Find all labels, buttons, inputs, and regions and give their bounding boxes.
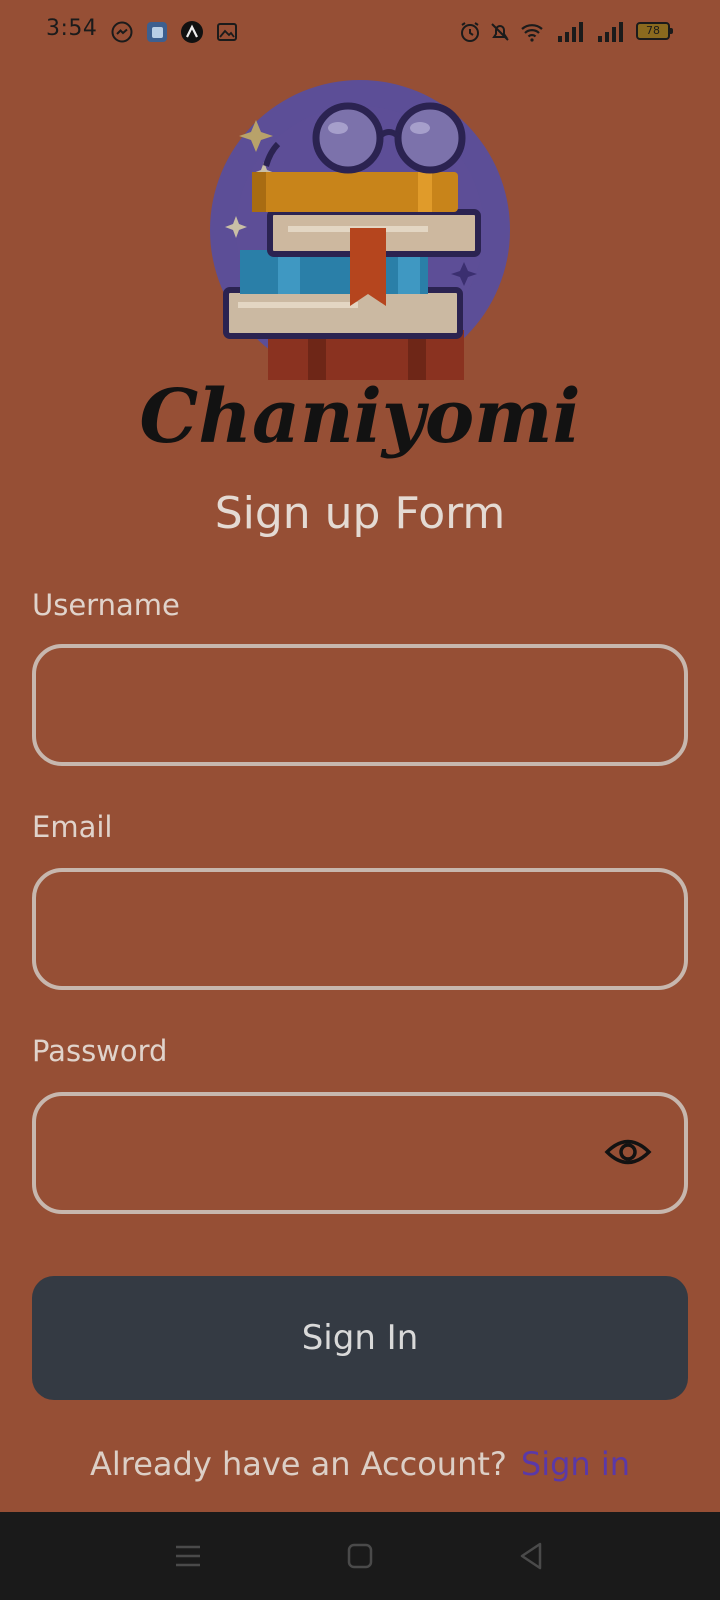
menu-icon[interactable] — [168, 1536, 208, 1576]
status-bar: 3:54 78 — [0, 0, 720, 64]
app-icon — [147, 22, 167, 42]
brand-name: Chaniyomi — [139, 374, 580, 460]
sign-in-link[interactable]: Sign in — [521, 1445, 630, 1483]
sign-in-button[interactable]: Sign In — [32, 1276, 688, 1400]
home-icon[interactable] — [340, 1536, 380, 1576]
mute-icon — [491, 23, 509, 41]
email-label: Email — [32, 810, 113, 844]
books-with-glasses-icon — [210, 80, 510, 380]
back-icon[interactable] — [512, 1536, 552, 1576]
gallery-icon — [217, 23, 237, 41]
wifi-icon — [521, 24, 543, 42]
username-input[interactable] — [32, 644, 688, 766]
form-title: Sign up Form — [214, 488, 506, 539]
username-label: Username — [32, 588, 180, 622]
signal-icon — [598, 22, 623, 42]
system-nav-bar — [0, 1512, 720, 1600]
email-input[interactable] — [32, 868, 688, 990]
password-input[interactable] — [32, 1092, 688, 1214]
eye-icon[interactable] — [604, 1135, 652, 1169]
account-prompt: Already have an Account? Sign in — [0, 1445, 720, 1483]
arch-icon — [181, 21, 203, 43]
messenger-icon — [111, 21, 133, 43]
signal-icon — [558, 22, 583, 42]
brand-logo: Chaniyomi — [139, 374, 580, 460]
alarm-icon — [461, 22, 479, 42]
battery-indicator: 78 — [636, 22, 673, 40]
account-prompt-text: Already have an Account? — [89, 1445, 507, 1483]
status-time: 3:54 — [46, 16, 98, 41]
password-label: Password — [32, 1034, 168, 1068]
